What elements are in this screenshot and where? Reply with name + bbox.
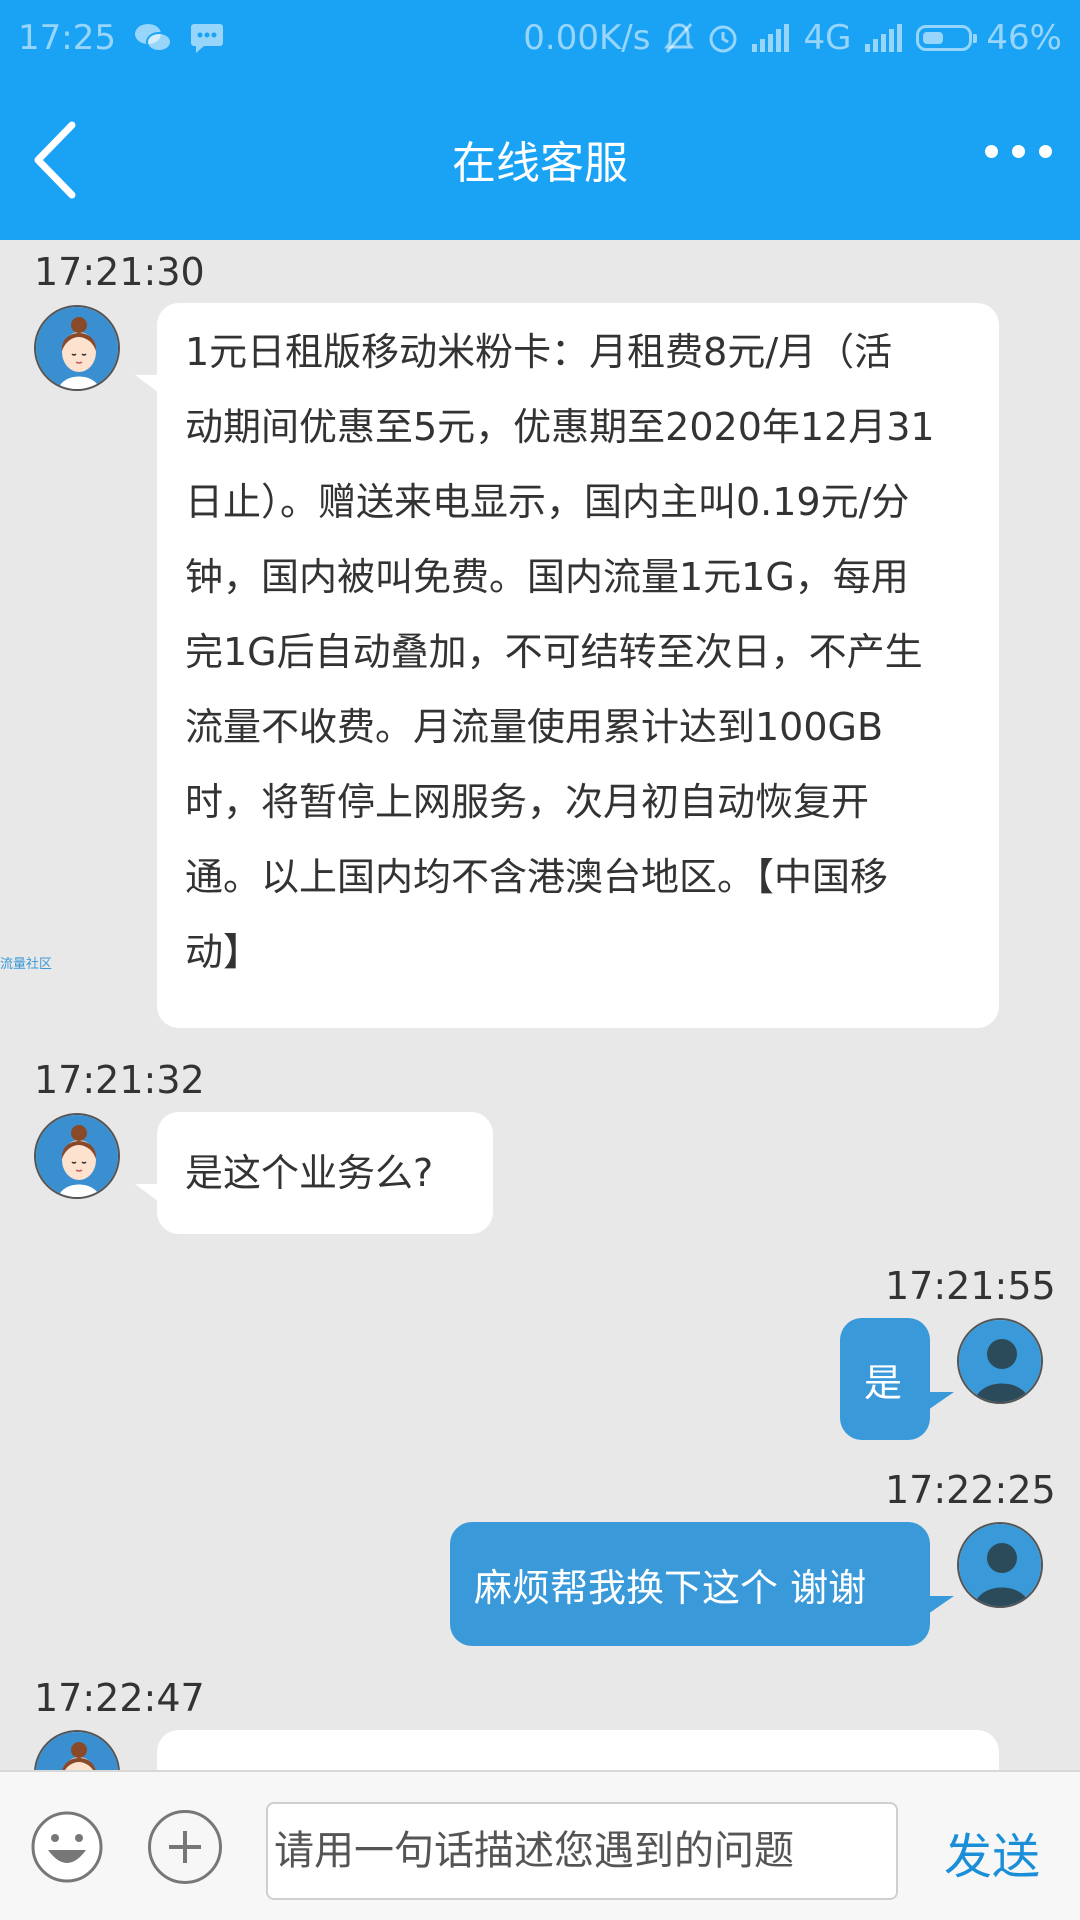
message-line: 时，将暂停上网服务，次月初自动恢复开 [185, 780, 870, 824]
mute-icon [664, 22, 695, 54]
message-bubble: 1元日租版移动米粉卡：月租费8元/月（活 动期间优惠至5元，优惠期至2020年1… [135, 303, 999, 1028]
message-line: 动期间优惠至5元，优惠期至2020年12月31 [185, 405, 935, 449]
agent-avatar [34, 1113, 120, 1199]
message-line: 钟，国内被叫免费。国内流量1元1G，每用 [185, 555, 909, 599]
message-timestamp: 17:21:55 [885, 1264, 1056, 1308]
user-avatar [957, 1318, 1043, 1404]
battery-percent: 46% [986, 17, 1062, 58]
message-timestamp: 17:22:25 [885, 1468, 1056, 1512]
message-bubble: 是 [840, 1318, 954, 1440]
message-text: 麻烦帮我换下这个 谢谢 [474, 1565, 867, 1610]
status-bar: 17:25 0.00K/s 4G 46% [0, 0, 1080, 75]
side-watermark: 流量社区 [0, 957, 53, 972]
user-avatar [957, 1522, 1043, 1608]
smiley-icon[interactable] [30, 1810, 104, 1884]
message-bubble: 麻烦帮我换下这个 谢谢 [450, 1522, 954, 1646]
message-line: 是这个业务么? [185, 1151, 434, 1195]
signal-icon [752, 23, 790, 52]
battery-icon [916, 24, 978, 51]
network-type: 4G [803, 17, 852, 58]
nav-bar: 在线客服 [0, 75, 1080, 240]
message-bubble [157, 1730, 999, 1770]
alarm-icon [708, 22, 738, 54]
plus-icon[interactable] [148, 1810, 222, 1884]
message-timestamp: 17:22:47 [34, 1676, 205, 1720]
chat-area[interactable]: 17:21:30 1元日租版移动米粉卡：月租费8元/月（活 动期间优惠至5元，优… [0, 240, 1080, 1770]
message-text: 是 [864, 1360, 903, 1405]
more-dots-icon[interactable] [985, 145, 1052, 158]
input-bar: 发送 [0, 1770, 1080, 1920]
message-timestamp: 17:21:32 [34, 1058, 205, 1102]
agent-avatar [34, 305, 120, 391]
message-icon [190, 22, 224, 54]
send-button[interactable]: 发送 [944, 1817, 1040, 1887]
message-line: 日止）。赠送来电显示，国内主叫0.19元/分 [185, 480, 910, 524]
net-speed: 0.00K/s [523, 17, 651, 58]
message-input[interactable] [266, 1802, 898, 1900]
message-line: 动】 [185, 930, 262, 974]
wechat-icon [134, 22, 172, 54]
message-line: 完1G后自动叠加，不可结转至次日，不产生 [185, 630, 923, 674]
page-title: 在线客服 [452, 138, 628, 189]
message-bubble: 是这个业务么? [135, 1112, 493, 1234]
status-time: 17:25 [18, 17, 116, 58]
message-line: 流量不收费。月流量使用累计达到100GB [185, 705, 884, 749]
agent-avatar [34, 1730, 120, 1770]
message-timestamp: 17:21:30 [34, 250, 205, 294]
message-line: 通。以上国内均不含港澳台地区。【中国移 [185, 855, 889, 899]
signal-2-icon [865, 23, 903, 52]
message-line: 1元日租版移动米粉卡：月租费8元/月（活 [185, 330, 893, 374]
